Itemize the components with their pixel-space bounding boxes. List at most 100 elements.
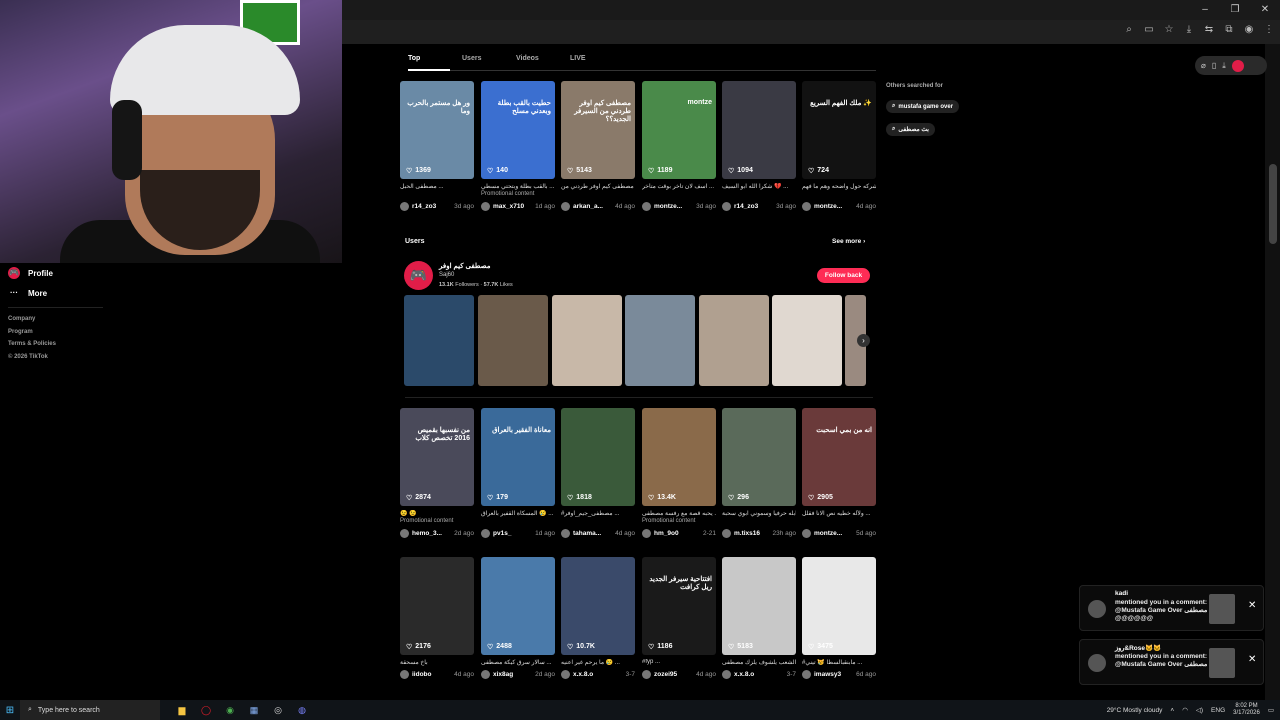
creator-username[interactable]: montze... (814, 530, 842, 537)
video-caption[interactable]: سالار سرق كيكة مصطفى ... (481, 659, 555, 667)
discord-icon[interactable]: ◍ (294, 705, 310, 716)
obs-icon[interactable]: ◎ (270, 705, 286, 716)
video-card[interactable]: ♡ 1818 #مصطفى_جيم_اوفر ... tahama... 4d a… (561, 408, 635, 538)
video-thumbnail[interactable]: من نفسبها بقميص 2016 تخصص كلاب ♡ 2874 (400, 408, 474, 506)
search-suggestion-chip[interactable]: ⌕ بث مصطفى (886, 123, 935, 136)
calculator-icon[interactable]: ▦ (246, 705, 262, 716)
video-card[interactable]: افتتاحية سيرفر الجديد ريل كرافت ♡ 1186 #f… (642, 557, 716, 679)
chrome-icon[interactable]: ◉ (222, 705, 238, 716)
notification-center-icon[interactable]: ▭ (1268, 706, 1274, 714)
creator-username[interactable]: zozei95 (654, 671, 677, 678)
carousel-next-icon[interactable]: › (857, 334, 870, 347)
maximize-button[interactable]: ❐ (1220, 0, 1250, 20)
video-caption[interactable]: مصطفى الحبل ... (400, 183, 474, 191)
avatar[interactable] (481, 202, 490, 211)
weather-widget[interactable]: 29°C Mostly cloudy (1107, 707, 1163, 714)
avatar[interactable] (561, 202, 570, 211)
taskbar-search[interactable]: ⌕ Type here to search (20, 700, 160, 720)
creator-username[interactable]: x.x.8.o (573, 671, 593, 678)
user-video-preview[interactable] (478, 295, 548, 386)
avatar[interactable] (802, 529, 811, 538)
search-suggestion-chip[interactable]: ⌕ mustafa game over (886, 100, 960, 113)
creator-username[interactable]: x.x.8.o (734, 671, 754, 678)
language-indicator[interactable]: ENG (1211, 707, 1225, 714)
video-thumbnail[interactable]: ♡ 3475 (802, 557, 876, 655)
video-thumbnail[interactable]: ♡ 2176 (400, 557, 474, 655)
video-card[interactable]: انه من بمي اسحبت ♡ 2905 ولأله خطيه نص الا… (802, 408, 876, 538)
avatar[interactable] (802, 202, 811, 211)
user-video-preview[interactable] (625, 295, 695, 386)
avatar[interactable] (561, 670, 570, 679)
video-thumbnail[interactable]: ور هل مستمر بالحرب وما ♡ 1369 (400, 81, 474, 179)
video-caption[interactable]: ولأله خطيه نص الانا فقلل ... (802, 510, 876, 518)
avatar[interactable] (642, 202, 651, 211)
video-caption[interactable]: شكرا الله ابو السيف 💔 ... (722, 183, 796, 191)
video-card[interactable]: مصطفى كيم اوفر طردني من السيرفر الجديد؟؟… (561, 81, 635, 211)
chevron-up-icon[interactable]: ˄ (1170, 707, 1174, 714)
video-card[interactable]: ♡ 1094 شكرا الله ابو السيف 💔 ... r14_zo3 … (722, 81, 796, 211)
user-video-preview[interactable] (772, 295, 842, 386)
video-caption[interactable]: ما يرحم غير اعنيه 😢 ... (561, 659, 635, 667)
download-icon[interactable]: ⤓ (1222, 61, 1226, 71)
download-icon[interactable]: ⤓ (1184, 24, 1194, 35)
avatar[interactable] (400, 202, 409, 211)
video-card[interactable]: ♡13.4K يحبه قصة مع رفسة مصطفى ... Promot… (642, 408, 716, 538)
video-card[interactable]: ♡296 ابله حرفياً وسموني ابوي سحبة ... m.… (722, 408, 796, 538)
avatar[interactable] (400, 529, 409, 538)
video-card[interactable]: ♡5183 الشعب يلشوف يلزك مصطفى ... x.x.8.o… (722, 557, 796, 679)
video-card[interactable]: ♡ 3475 #مابنقبالسطا 😿 تيني ... imawsy3 6d… (802, 557, 876, 679)
video-caption[interactable]: الشعب يلشوف يلزك مصطفى ... (722, 659, 796, 667)
creator-username[interactable]: tahama... (573, 530, 601, 537)
close-icon[interactable]: ✕ (1248, 654, 1256, 665)
sidebar-item-profile[interactable]: 🎮 Profile (8, 263, 138, 283)
opera-icon[interactable]: ◯ (198, 705, 214, 716)
tiktok-profile-icon[interactable] (1231, 59, 1244, 72)
video-card[interactable]: حطيت بالقب بطلة وبعدني مسلح ♡ 140 بالقب ب… (481, 81, 555, 211)
extensions-icon[interactable]: ⧉ (1224, 24, 1234, 35)
user-display-name[interactable]: مصطفى كيم اوفر (439, 262, 490, 270)
pin-icon[interactable]: ⌀ (1201, 61, 1206, 70)
video-thumbnail[interactable]: montze ♡ 1189 (642, 81, 716, 179)
avatar[interactable] (722, 202, 731, 211)
volume-icon[interactable]: ◁) (1196, 706, 1203, 714)
video-card[interactable]: ور هل مستمر بالحرب وما ♡ 1369 مصطفى الحبل… (400, 81, 474, 211)
mention-notification[interactable]: روز&Rose🐱🐱 mentioned you in a comment: @… (1079, 639, 1264, 685)
phone-icon[interactable]: ▯ (1212, 61, 1216, 70)
avatar[interactable] (481, 529, 490, 538)
creator-username[interactable]: pv1s_ (493, 530, 511, 537)
video-card[interactable]: ♡ 2176 باخ مسحقة iidobo 4d ago (400, 557, 474, 679)
avatar[interactable] (561, 529, 570, 538)
video-thumbnail[interactable]: حطيت بالقب بطلة وبعدني مسلح ♡ 140 (481, 81, 555, 179)
video-caption[interactable]: #مصطفى_جيم_اوفر ... (561, 510, 635, 518)
creator-username[interactable]: arkan_a... (573, 203, 603, 210)
video-caption[interactable]: شركه حول واضحه وهم ما فهم ... (802, 183, 876, 191)
tab-users[interactable]: Users (462, 55, 516, 67)
video-caption[interactable]: 😉 😉 (400, 510, 474, 518)
tab-live[interactable]: LIVE (570, 55, 624, 67)
video-thumbnail[interactable]: ملك الفهم السريع ✨ ♡ 724 (802, 81, 876, 179)
video-caption[interactable]: #fyp ... (642, 659, 716, 667)
video-thumbnail[interactable]: ♡ 1094 (722, 81, 796, 179)
user-avatar[interactable]: 🎮 (404, 261, 433, 290)
bookmark-star-icon[interactable]: ☆ (1164, 24, 1174, 35)
tab-videos[interactable]: Videos (516, 55, 570, 67)
mention-notification[interactable]: kadi mentioned you in a comment: @Mustaf… (1079, 585, 1264, 631)
follow-back-button[interactable]: Follow back (817, 268, 870, 283)
video-thumbnail[interactable]: ♡ 5183 (722, 557, 796, 655)
footer-link-company[interactable]: Company (8, 316, 138, 329)
video-caption[interactable]: اسف لان تاخر بوقت متأخر ... (642, 183, 716, 191)
video-thumbnail[interactable]: ♡ 10.7K (561, 557, 635, 655)
footer-link-program[interactable]: Program (8, 329, 138, 342)
windows-start-icon[interactable]: ⊞ (0, 705, 20, 716)
avatar[interactable] (642, 670, 651, 679)
creator-username[interactable]: iidobo (412, 671, 432, 678)
avatar[interactable] (642, 529, 651, 538)
sidebar-item-more[interactable]: ··· More (8, 283, 138, 303)
video-thumbnail[interactable]: ♡ 1818 (561, 408, 635, 506)
creator-username[interactable]: hm_9o0 (654, 530, 679, 537)
scrollbar-thumb[interactable] (1269, 164, 1277, 244)
video-thumbnail[interactable]: مصطفى كيم اوفر طردني من السيرفر الجديد؟؟… (561, 81, 635, 179)
avatar[interactable] (722, 670, 731, 679)
taskbar-clock[interactable]: 8:02 PM 3/17/2026 (1233, 703, 1260, 717)
close-icon[interactable]: ✕ (1248, 600, 1256, 611)
